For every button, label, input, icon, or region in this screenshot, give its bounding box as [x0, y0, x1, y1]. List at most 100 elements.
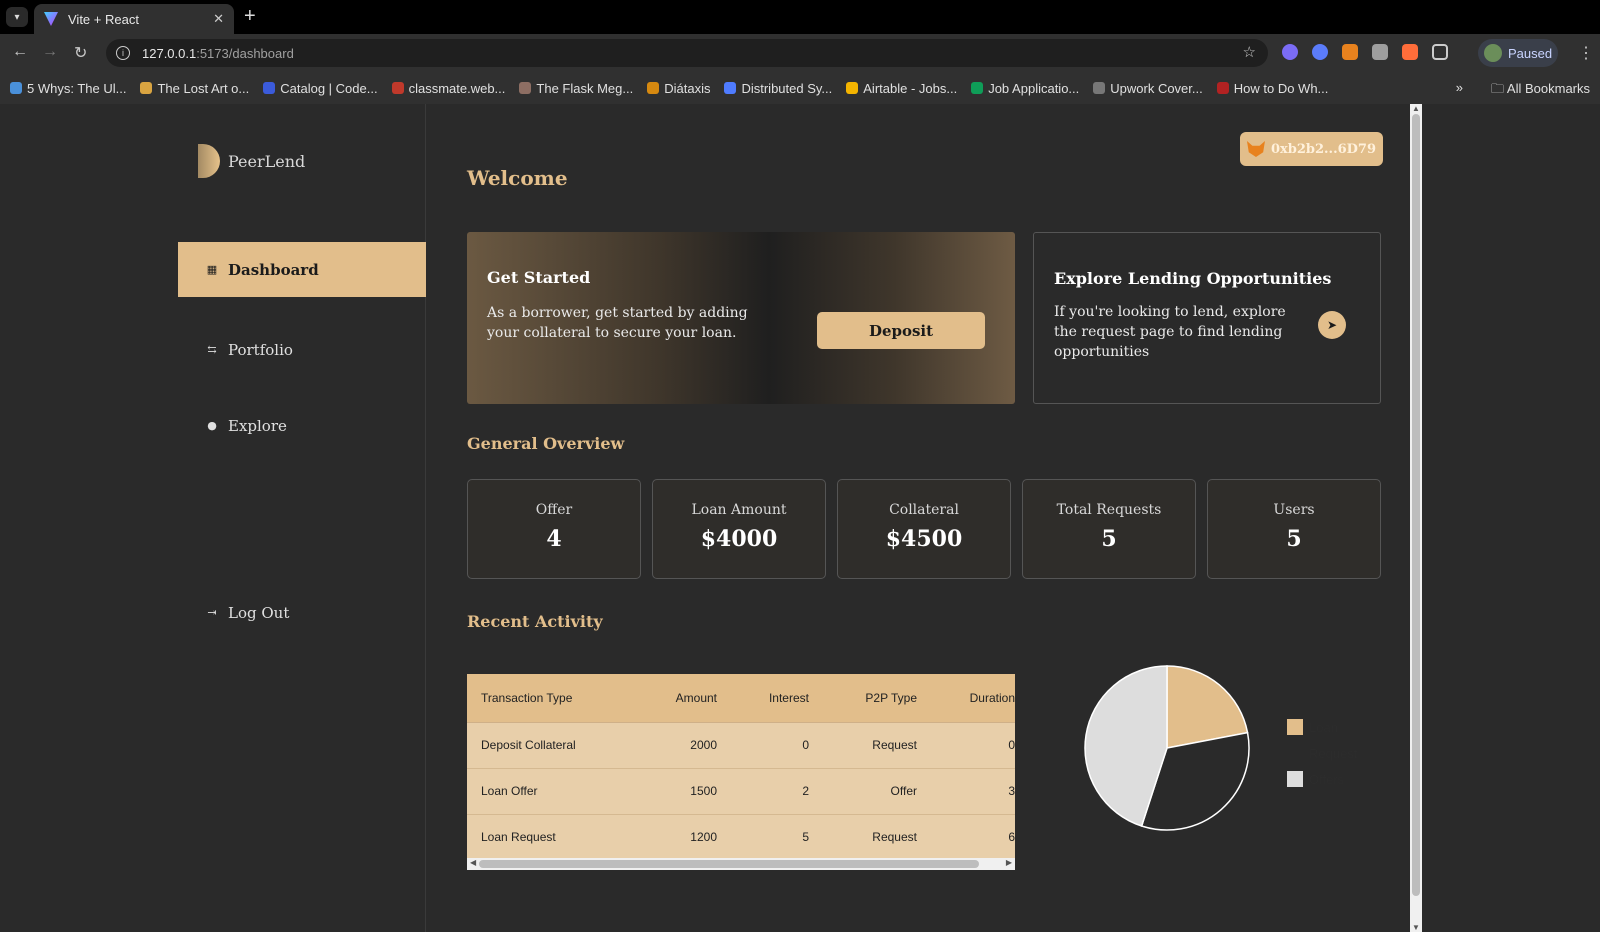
sidebar-item-portfolio[interactable]: ⇆ Portfolio: [178, 322, 426, 377]
activity-table: Transaction Type Amount Interest P2P Typ…: [467, 674, 1015, 861]
scroll-down-icon[interactable]: ▼: [1412, 923, 1420, 932]
more-bookmarks-icon[interactable]: »: [1456, 80, 1463, 102]
extensions-puzzle-icon[interactable]: [1432, 44, 1448, 60]
chart-legend: Loan Request Offers: [1287, 714, 1357, 792]
bookmark-item[interactable]: Airtable - Jobs...: [846, 81, 957, 96]
bookmark-item[interactable]: classmate.web...: [391, 80, 506, 96]
bookmark-favicon-icon: [647, 82, 660, 94]
sidebar-item-dashboard[interactable]: ▦ Dashboard: [178, 242, 426, 297]
reload-icon[interactable]: ↻: [74, 43, 87, 63]
column-header: Duration: [917, 674, 1015, 723]
scrollbar-thumb[interactable]: [479, 860, 979, 868]
bookmark-item[interactable]: Upwork Cover...: [1093, 81, 1203, 96]
browser-tab-bar: ▾ Vite + React ✕ +: [0, 0, 1600, 34]
horizontal-scrollbar[interactable]: ◀ ▶: [467, 858, 1015, 870]
table-cell: 1200: [627, 814, 717, 861]
metamask-fox-icon: [1246, 141, 1265, 157]
site-info-icon[interactable]: i: [116, 46, 130, 60]
sidebar-item-explore[interactable]: ● Explore: [178, 398, 426, 453]
bookmark-label: classmate.web...: [408, 80, 506, 96]
column-header: P2P Type: [809, 674, 917, 723]
table-row: Loan Offer 1500 2 Offer 3: [467, 768, 1015, 815]
table-cell: Loan Request: [467, 814, 627, 861]
table-cell: 3: [917, 768, 1015, 815]
wallet-address-button[interactable]: 0xb2b2...6D79: [1240, 132, 1383, 166]
browser-menu-icon[interactable]: ⋮: [1578, 43, 1594, 63]
stat-card-users: Users 5: [1207, 479, 1381, 579]
address-bar[interactable]: i 127.0.0.1 :5173/dashboard ☆: [106, 39, 1268, 67]
extension-gear-icon[interactable]: [1312, 44, 1328, 60]
stat-value: 4: [546, 526, 562, 552]
stat-card-offer: Offer 4: [467, 479, 641, 579]
bookmark-item[interactable]: Distributed Sy...: [724, 81, 832, 96]
bookmark-item[interactable]: Catalog | Code...: [263, 80, 378, 96]
bookmark-favicon-icon: [10, 82, 22, 94]
profile-button[interactable]: Paused: [1478, 39, 1558, 67]
scroll-right-icon[interactable]: ▶: [1006, 858, 1012, 867]
legend-item[interactable]: Loan: [1287, 714, 1357, 740]
stat-label: Collateral: [889, 502, 959, 518]
bookmark-item[interactable]: The Lost Art o...: [140, 81, 249, 96]
bookmark-item[interactable]: Job Applicatio...: [971, 81, 1079, 96]
legend-swatch: [1287, 719, 1303, 735]
bookmark-item[interactable]: Diátaxis: [647, 81, 710, 96]
legend-swatch: [1287, 771, 1303, 787]
recent-activity-title: Recent Activity: [467, 612, 603, 631]
deposit-button[interactable]: Deposit: [817, 312, 985, 349]
grid-icon: ▦: [206, 263, 218, 276]
forward-icon[interactable]: →: [42, 43, 58, 61]
stat-value: 5: [1101, 526, 1117, 552]
table-header-row: Transaction Type Amount Interest P2P Typ…: [467, 674, 1015, 723]
get-started-title: Get Started: [487, 268, 591, 287]
legend-label: Request: [1309, 745, 1358, 761]
table-cell: 6: [917, 814, 1015, 861]
wallet-address: 0xb2b2...6D79: [1270, 141, 1377, 157]
scroll-left-icon[interactable]: ◀: [470, 858, 476, 867]
bookmark-item[interactable]: How to Do Wh...: [1216, 81, 1328, 96]
legend-item[interactable]: Request: [1287, 740, 1357, 766]
all-bookmarks[interactable]: 🗀 All Bookmarks: [1491, 80, 1590, 102]
explore-title: Explore Lending Opportunities: [1054, 269, 1332, 288]
extension-icon[interactable]: [1282, 44, 1298, 60]
extension-icon[interactable]: [1402, 44, 1418, 60]
extension-icon[interactable]: [1372, 44, 1388, 60]
logout-icon: ⇥: [207, 606, 217, 619]
tab-list-button[interactable]: ▾: [6, 7, 28, 27]
new-tab-icon[interactable]: +: [244, 5, 256, 28]
compass-icon: ●: [207, 419, 217, 432]
get-started-card: Get Started As a borrower, get started b…: [467, 232, 1015, 404]
bookmark-item[interactable]: 5 Whys: The Ul...: [10, 81, 126, 96]
table-cell: 1500: [627, 768, 717, 815]
table-cell: 0: [917, 722, 1015, 769]
bookmarks-bar-right: » 🗀 All Bookmarks: [1456, 80, 1590, 102]
scroll-up-icon[interactable]: ▲: [1412, 104, 1420, 113]
metamask-extension-icon[interactable]: [1342, 44, 1358, 60]
bookmark-label: Distributed Sy...: [741, 80, 833, 96]
column-header: Amount: [627, 674, 717, 723]
vite-favicon-icon: [44, 12, 58, 26]
sidebar-item-logout[interactable]: ⇥ Log Out: [178, 585, 426, 640]
bookmark-item[interactable]: The Flask Meg...: [519, 81, 633, 96]
brand-logo[interactable]: PeerLend: [198, 144, 305, 178]
legend-item[interactable]: Offers: [1287, 766, 1357, 792]
sidebar-item-label: Explore: [228, 416, 287, 435]
back-icon[interactable]: ←: [12, 43, 28, 61]
close-tab-icon[interactable]: ✕: [213, 11, 224, 27]
scrollbar-thumb[interactable]: [1412, 114, 1420, 896]
get-started-text: As a borrower, get started by adding you…: [487, 305, 748, 341]
table-cell: 2000: [627, 722, 717, 769]
legend-swatch: [1287, 745, 1303, 761]
bookmark-label: Job Applicatio...: [988, 80, 1080, 96]
bookmark-favicon-icon: [846, 82, 859, 94]
bookmark-label: Catalog | Code...: [280, 80, 378, 96]
bookmark-favicon-icon: [140, 82, 153, 94]
navigate-arrow-icon[interactable]: ➤: [1318, 311, 1346, 339]
page-vertical-scrollbar[interactable]: ▲ ▼: [1410, 104, 1422, 932]
table-cell: Request: [809, 814, 917, 861]
bookmark-star-icon[interactable]: ☆: [1243, 43, 1256, 61]
browser-tab[interactable]: Vite + React ✕: [34, 4, 234, 34]
stat-card-total-requests: Total Requests 5: [1022, 479, 1196, 579]
bookmark-label: Airtable - Jobs...: [863, 80, 958, 96]
column-header: Interest: [717, 674, 809, 723]
page-title: Welcome: [467, 166, 568, 190]
